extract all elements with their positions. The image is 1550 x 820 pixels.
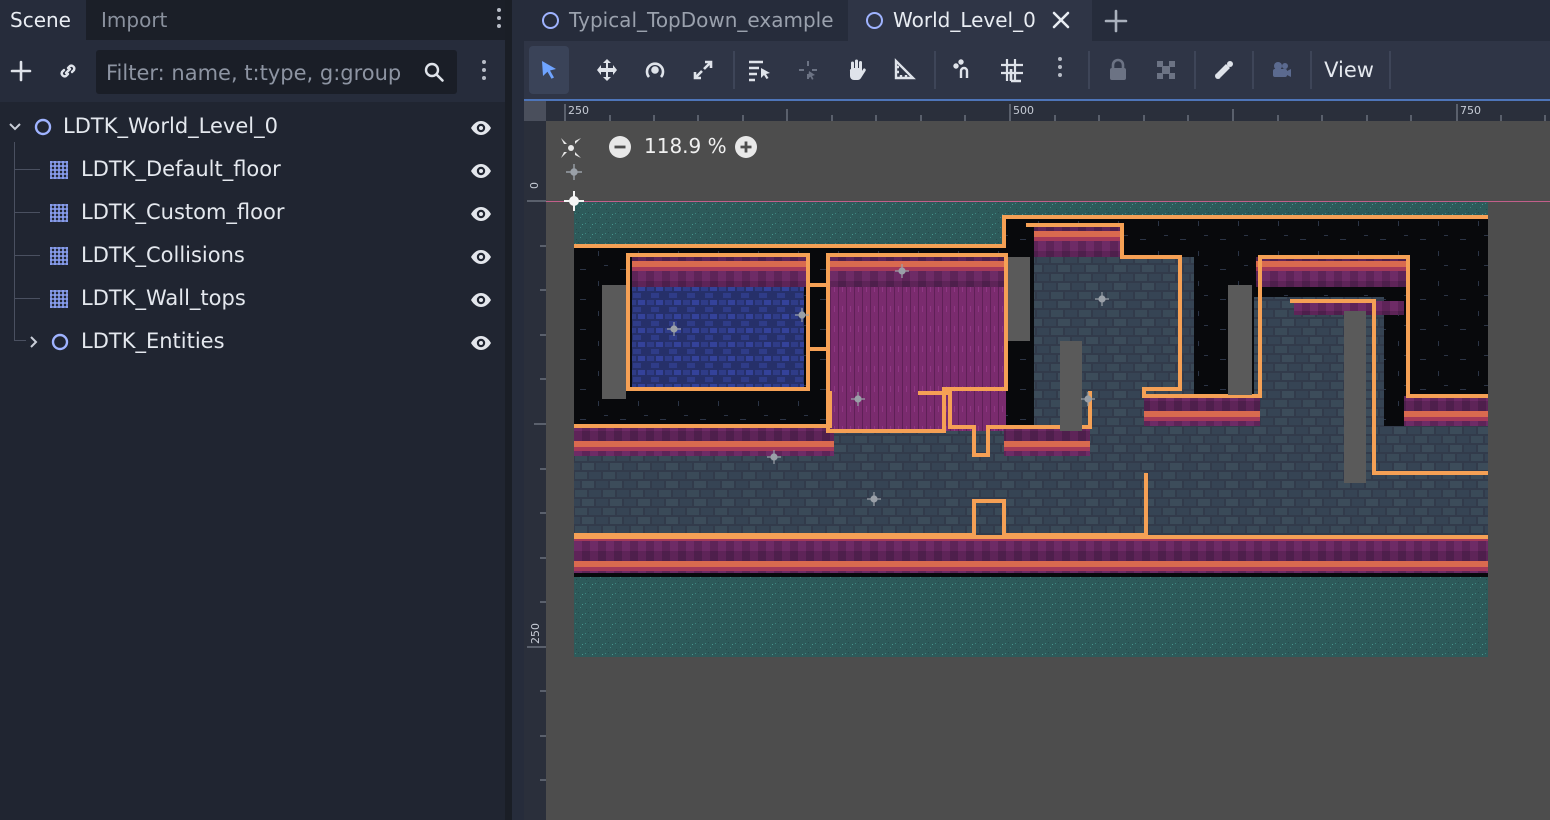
ruler-label: 750: [1460, 104, 1481, 117]
visibility-eye-icon[interactable]: [469, 116, 493, 140]
zoom-out-icon[interactable]: [608, 135, 632, 159]
zoom-level-button[interactable]: 118.9 %: [644, 134, 727, 158]
instance-scene-link-icon[interactable]: [50, 53, 86, 89]
tree-item-ldtk-custom-floor[interactable]: LDTK_Custom_floor: [0, 192, 505, 235]
scene-tab-world-level-0[interactable]: World_Level_0: [848, 0, 1092, 41]
tree-item-ldtk-default-floor[interactable]: LDTK_Default_floor: [0, 149, 505, 192]
tilemap-icon: [49, 246, 69, 266]
tree-item-ldtk-world-level-0[interactable]: LDTK_World_Level_0: [0, 106, 505, 149]
tree-item-label: LDTK_Collisions: [81, 243, 245, 267]
view-menu-button[interactable]: View: [1317, 46, 1381, 94]
visibility-eye-icon[interactable]: [469, 202, 493, 226]
scale-mode-icon[interactable]: [683, 46, 723, 94]
toolbar-divider: [934, 51, 936, 89]
tilemap-icon: [49, 160, 69, 180]
ruler-label: 500: [1013, 104, 1034, 117]
chevron-right-icon[interactable]: [27, 335, 41, 349]
tab-scene[interactable]: Scene: [0, 0, 86, 40]
tree-item-label: LDTK_Wall_tops: [81, 286, 246, 310]
move-mode-icon[interactable]: [587, 46, 627, 94]
panel-splitter[interactable]: [512, 0, 524, 820]
select-mode-icon[interactable]: [529, 46, 569, 94]
ruler-label: 250: [529, 623, 542, 644]
tree-item-label: LDTK_World_Level_0: [63, 114, 278, 138]
ruler-corner: [524, 101, 546, 121]
rotate-mode-icon[interactable]: [635, 46, 675, 94]
scene-options-icon[interactable]: [481, 60, 487, 84]
dock-menu-icon[interactable]: [496, 8, 502, 32]
center-view-icon[interactable]: [558, 135, 584, 161]
filter-box[interactable]: [96, 50, 457, 96]
add-node-icon[interactable]: [3, 53, 39, 89]
origin-x-axis-line: [546, 201, 1550, 202]
scene-tab-label: World_Level_0: [893, 8, 1036, 32]
snap-options-icon[interactable]: [1057, 57, 1063, 81]
tree-item-label: LDTK_Entities: [81, 329, 225, 353]
toolbar-divider: [733, 51, 735, 89]
ruler-left[interactable]: 0 250: [524, 101, 546, 820]
scene-dock: Scene Import LDTK_World_Level_0: [0, 0, 512, 820]
toolbar-divider: [1252, 51, 1254, 89]
tilemap-icon: [49, 289, 69, 309]
ruler-mode-icon[interactable]: [884, 46, 924, 94]
close-icon[interactable]: [1050, 9, 1072, 31]
dock-tab-bar: Scene Import: [0, 0, 512, 40]
node2d-icon: [50, 332, 70, 352]
main-editor: Typical_TopDown_example World_Level_0 Vi…: [524, 0, 1550, 820]
smart-snap-icon[interactable]: [944, 46, 984, 94]
lock-icon[interactable]: [1098, 46, 1138, 94]
canvas-toolbar: View: [524, 41, 1550, 99]
scene-tree: LDTK_World_Level_0 LDTK_Default_floor LD…: [0, 102, 505, 820]
canvas-viewport[interactable]: 250 500 750 0 250 118.9 %: [524, 101, 1550, 820]
search-icon: [424, 62, 444, 82]
tree-item-label: LDTK_Custom_floor: [81, 200, 285, 224]
group-icon[interactable]: [1146, 46, 1186, 94]
ruler-ticks: [527, 200, 546, 781]
pan-mode-icon[interactable]: [836, 46, 876, 94]
tab-import[interactable]: Import: [91, 0, 177, 40]
chevron-down-icon[interactable]: [8, 120, 22, 134]
visibility-eye-icon[interactable]: [469, 288, 493, 312]
visibility-eye-icon[interactable]: [469, 245, 493, 269]
ruler-label: 0: [528, 182, 541, 189]
toolbar-divider: [1194, 51, 1196, 89]
tree-item-label: LDTK_Default_floor: [81, 157, 281, 181]
grid-snap-icon[interactable]: [992, 46, 1032, 94]
scene-tab-bar: Typical_TopDown_example World_Level_0: [524, 0, 1550, 41]
zoom-in-icon[interactable]: [734, 135, 758, 159]
node2d-icon: [542, 12, 559, 29]
visibility-eye-icon[interactable]: [469, 331, 493, 355]
toolbar-divider: [1310, 51, 1312, 89]
list-select-icon[interactable]: [740, 46, 780, 94]
toolbar-divider: [1088, 51, 1090, 89]
pivot-mode-icon[interactable]: [788, 46, 828, 94]
tilemap-icon: [49, 203, 69, 223]
node2d-icon: [33, 117, 53, 137]
camera-override-icon[interactable]: [1261, 46, 1301, 94]
tree-item-ldtk-collisions[interactable]: LDTK_Collisions: [0, 235, 505, 278]
filter-input[interactable]: [104, 50, 408, 96]
skeleton-bone-icon[interactable]: [1204, 46, 1244, 94]
scene-tab-label: Typical_TopDown_example: [569, 8, 834, 32]
scene-tab-typical-topdown-example[interactable]: Typical_TopDown_example: [524, 0, 848, 41]
ruler-label: 250: [568, 104, 589, 117]
dock-scrollbar[interactable]: [505, 0, 512, 820]
ruler-top[interactable]: 250 500 750: [524, 101, 1550, 121]
add-tab-icon[interactable]: [1102, 7, 1130, 35]
tree-item-ldtk-entities[interactable]: LDTK_Entities: [0, 321, 505, 364]
level-tilemap[interactable]: [574, 201, 1488, 657]
toolbar-divider: [1389, 51, 1391, 89]
node2d-icon: [866, 12, 883, 29]
visibility-eye-icon[interactable]: [469, 159, 493, 183]
tree-item-ldtk-wall-tops[interactable]: LDTK_Wall_tops: [0, 278, 505, 321]
origin-gizmo-icon: [564, 164, 584, 211]
ruler-ticks: [564, 104, 1546, 121]
